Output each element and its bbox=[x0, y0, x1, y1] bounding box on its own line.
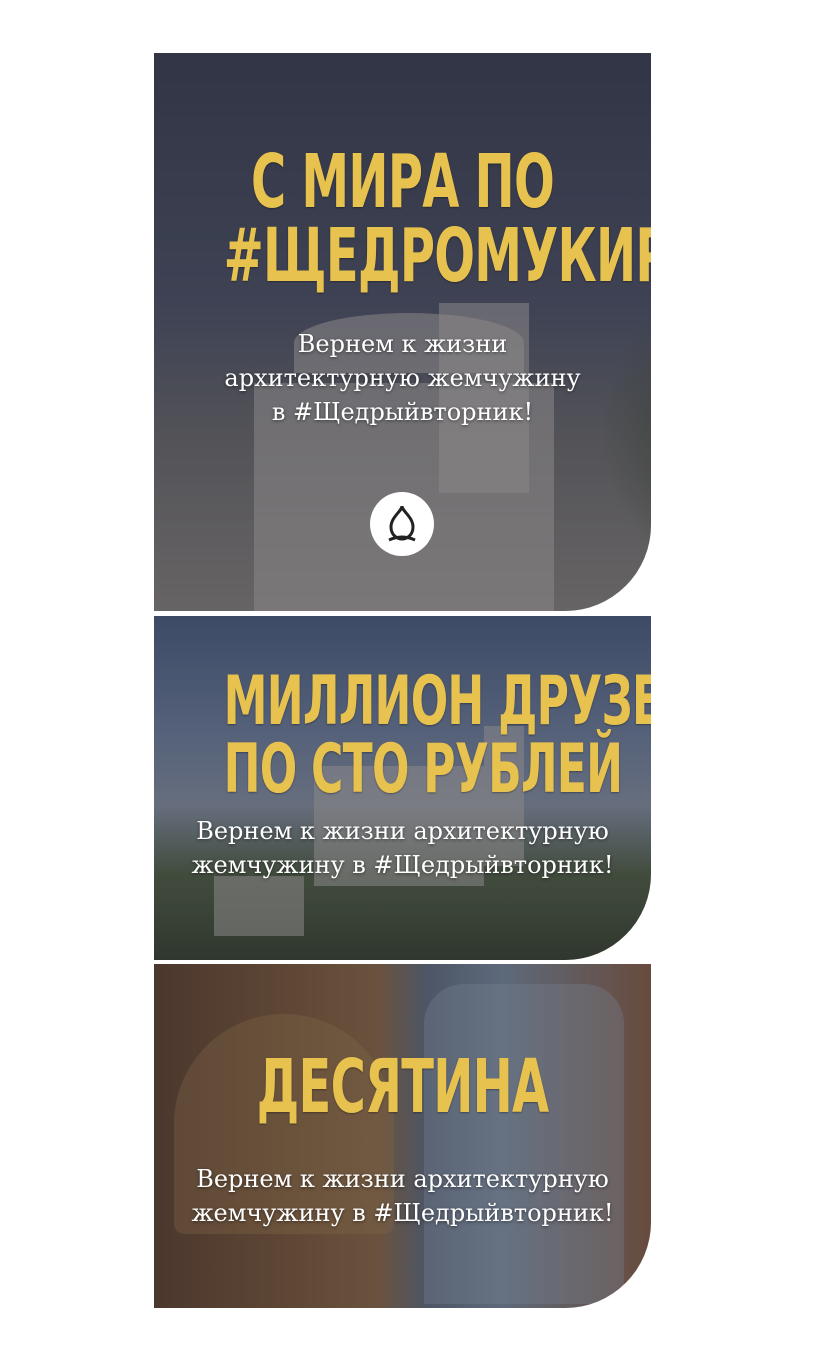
card-subtitle: Вернем к жизни архитектурную жемчужину в… bbox=[191, 1165, 614, 1227]
card-subtitle: Вернем к жизни архитектурную жемчужину в… bbox=[191, 817, 614, 879]
card-title: ДЕСЯТИНА bbox=[256, 1044, 550, 1130]
dome-logo-icon bbox=[370, 492, 434, 556]
card-title: С МИРА ПО #ЩЕДРОМУКИРПИЧУ bbox=[223, 139, 651, 299]
campaign-card-tithe[interactable]: ДЕСЯТИНА Вернем к жизни архитектурную же… bbox=[154, 964, 651, 1308]
campaign-card-million-friends[interactable]: МИЛЛИОН ДРУЗЕЙ ПО СТО РУБЛЕЙ Вернем к жи… bbox=[154, 616, 651, 960]
campaign-card-brick[interactable]: С МИРА ПО #ЩЕДРОМУКИРПИЧУ Вернем к жизни… bbox=[154, 53, 651, 611]
image-overlay bbox=[154, 964, 651, 1308]
card-subtitle: Вернем к жизни архитектурную жемчужину в… bbox=[224, 330, 581, 426]
card-title: МИЛЛИОН ДРУЗЕЙ ПО СТО РУБЛЕЙ bbox=[223, 662, 651, 809]
